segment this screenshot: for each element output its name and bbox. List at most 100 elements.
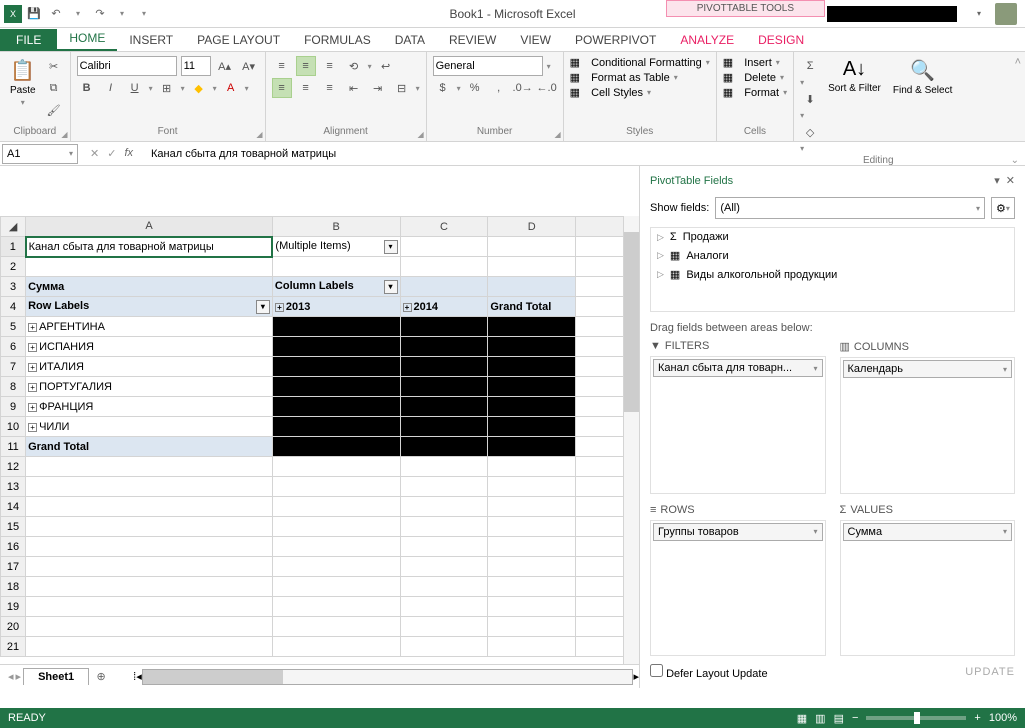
expand-2014-icon[interactable]: +	[403, 303, 412, 312]
col-header-c[interactable]: C	[400, 217, 488, 237]
paste-button[interactable]: 📋Paste▾	[6, 56, 40, 109]
show-fields-dropdown[interactable]: (All)▾	[715, 197, 985, 219]
increase-font-icon[interactable]: A▴	[215, 56, 235, 76]
conditional-formatting-icon[interactable]: ▦	[570, 56, 580, 69]
tab-file[interactable]: FILE	[0, 29, 57, 51]
view-page-break-icon[interactable]: ▤	[834, 712, 844, 725]
col-header-d[interactable]: D	[488, 217, 576, 237]
excel-icon[interactable]: X	[4, 5, 22, 23]
expand-2013-icon[interactable]: +	[275, 303, 284, 312]
zoom-level[interactable]: 100%	[989, 712, 1017, 724]
clear-icon[interactable]: ◇	[800, 122, 820, 142]
undo-icon[interactable]: ↶	[46, 4, 66, 24]
tools-button[interactable]: ⚙▾	[991, 197, 1015, 219]
align-middle-icon[interactable]: ≡	[296, 56, 316, 76]
align-center-icon[interactable]: ≡	[296, 78, 316, 98]
view-normal-icon[interactable]: ▦	[797, 712, 807, 725]
name-box[interactable]: A1▾	[2, 144, 78, 164]
view-page-layout-icon[interactable]: ▥	[815, 712, 825, 725]
cell-a7[interactable]: +ИТАЛИЯ	[26, 357, 273, 377]
tab-page-layout[interactable]: PAGE LAYOUT	[185, 29, 292, 51]
comma-format-icon[interactable]: ,	[489, 78, 509, 98]
borders-button[interactable]: ⊞	[157, 78, 177, 98]
filter-pill[interactable]: Канал сбыта для товарн...▾	[653, 359, 823, 377]
alignment-launcher-icon[interactable]: ◢	[417, 130, 423, 139]
sort-filter-button[interactable]: A↓Sort & Filter	[824, 56, 885, 96]
cell-a1[interactable]: Канал сбыта для товарной матрицы	[26, 237, 273, 257]
select-all-corner[interactable]: ◢	[1, 217, 26, 237]
format-table-icon[interactable]: ▦	[570, 71, 580, 84]
format-painter-icon[interactable]: 🖌	[44, 100, 64, 120]
field-item[interactable]: ▷▦Аналоги	[651, 246, 1014, 265]
pane-menu-chevron[interactable]: ▾	[994, 174, 1000, 187]
decrease-font-icon[interactable]: A▾	[239, 56, 259, 76]
number-launcher-icon[interactable]: ◢	[554, 130, 560, 139]
save-icon[interactable]: 💾	[24, 4, 44, 24]
align-top-icon[interactable]: ≡	[272, 56, 292, 76]
underline-menu-chevron[interactable]: ▾	[149, 84, 153, 93]
fill-chevron[interactable]: ▾	[213, 84, 217, 93]
font-size-input[interactable]	[181, 56, 211, 76]
column-filter-icon[interactable]: ▾	[384, 280, 398, 294]
redo-menu-chevron[interactable]: ▾	[112, 4, 132, 24]
add-sheet-button[interactable]: ⊕	[91, 667, 111, 687]
expand-icon[interactable]: +	[28, 343, 37, 352]
vertical-scrollbar[interactable]	[623, 216, 639, 664]
cut-icon[interactable]: ✂	[44, 56, 64, 76]
expand-icon[interactable]: +	[28, 363, 37, 372]
insert-function-icon[interactable]: fx	[124, 147, 133, 160]
cells-format-button[interactable]: Format	[744, 87, 779, 99]
wrap-text-icon[interactable]: ↩	[376, 56, 396, 76]
cell-a9[interactable]: +ФРАНЦИЯ	[26, 397, 273, 417]
sheet-nav-prev-icon[interactable]: ◂	[8, 670, 14, 683]
format-as-table-button[interactable]: Format as Table	[591, 72, 670, 84]
update-button[interactable]: UPDATE	[965, 666, 1015, 678]
horizontal-scrollbar[interactable]: ⁞◂▸	[133, 669, 639, 685]
underline-button[interactable]: U	[125, 78, 145, 98]
sheet-nav-next-icon[interactable]: ▸	[16, 670, 22, 683]
increase-indent-icon[interactable]: ⇥	[368, 78, 388, 98]
cells-delete-button[interactable]: Delete	[744, 72, 776, 84]
values-dropzone[interactable]: Сумма▾	[840, 520, 1016, 657]
orientation-icon[interactable]: ⟲	[344, 56, 364, 76]
sheet-tab-sheet1[interactable]: Sheet1	[23, 668, 89, 685]
decrease-decimal-icon[interactable]: ←.0	[537, 78, 557, 98]
align-right-icon[interactable]: ≡	[320, 78, 340, 98]
enter-formula-icon[interactable]: ✓	[107, 147, 116, 160]
field-list[interactable]: ▷ΣПродажи ▷▦Аналоги ▷▦Виды алкогольной п…	[650, 227, 1015, 312]
defer-update-checkbox[interactable]: Defer Layout Update	[650, 664, 768, 680]
tab-view[interactable]: VIEW	[508, 29, 563, 51]
increase-decimal-icon[interactable]: .0→	[513, 78, 533, 98]
cell-styles-icon[interactable]: ▦	[570, 86, 580, 99]
tab-powerpivot[interactable]: POWERPIVOT	[563, 29, 668, 51]
user-menu-chevron[interactable]: ▾	[967, 4, 991, 24]
cell-b3[interactable]: Column Labels▾	[272, 277, 400, 297]
col-header-a[interactable]: A	[26, 217, 273, 237]
cell-a5[interactable]: +АРГЕНТИНА	[26, 317, 273, 337]
user-avatar[interactable]	[995, 3, 1017, 25]
align-left-icon[interactable]: ≡	[272, 78, 292, 98]
expand-icon[interactable]: +	[28, 423, 37, 432]
font-family-input[interactable]	[77, 56, 177, 76]
tab-insert[interactable]: INSERT	[117, 29, 185, 51]
conditional-formatting-button[interactable]: Conditional Formatting	[591, 57, 702, 69]
cell-a4[interactable]: Row Labels▾	[26, 297, 273, 317]
number-format-select[interactable]	[433, 56, 543, 76]
cell-b1[interactable]: (Multiple Items)▾	[272, 237, 400, 257]
bold-button[interactable]: B	[77, 78, 97, 98]
column-pill[interactable]: Календарь▾	[843, 360, 1013, 378]
clear-chevron[interactable]: ▾	[800, 144, 820, 153]
field-item[interactable]: ▷▦Виды алкогольной продукции	[651, 265, 1014, 284]
row-pill[interactable]: Группы товаров▾	[653, 523, 823, 541]
filter-icon[interactable]: ▾	[384, 240, 398, 254]
tab-formulas[interactable]: FORMULAS	[292, 29, 383, 51]
accounting-chevron[interactable]: ▾	[457, 84, 461, 93]
expand-icon[interactable]: +	[28, 323, 37, 332]
cells-delete-icon[interactable]: ▦	[723, 71, 733, 84]
cell-a6[interactable]: +ИСПАНИЯ	[26, 337, 273, 357]
italic-button[interactable]: I	[101, 78, 121, 98]
percent-format-icon[interactable]: %	[465, 78, 485, 98]
decrease-indent-icon[interactable]: ⇤	[344, 78, 364, 98]
clipboard-launcher-icon[interactable]: ◢	[61, 130, 67, 139]
col-header-b[interactable]: B	[272, 217, 400, 237]
